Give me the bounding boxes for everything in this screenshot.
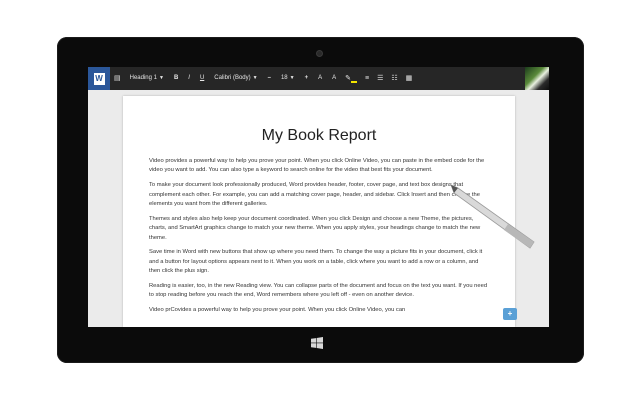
numbering-icon: ☷ bbox=[391, 75, 398, 82]
screen: W ▤ Heading 1 ▼ B I U Calibri (Body) ▼ – 1… bbox=[88, 67, 549, 327]
bullets-icon: ☰ bbox=[377, 75, 384, 82]
font-size-dropdown[interactable]: 18 ▼ bbox=[276, 67, 300, 90]
windows-logo-icon[interactable] bbox=[311, 337, 323, 349]
chevron-down-icon: ▼ bbox=[289, 75, 295, 81]
clear-formatting-button[interactable]: A bbox=[327, 67, 341, 90]
highlighter-button[interactable]: ✎ bbox=[341, 67, 361, 90]
align-button[interactable]: ≡ bbox=[361, 67, 373, 90]
document-paragraph[interactable]: Video provides a powerful way to help yo… bbox=[149, 157, 489, 176]
ribbon-toolbar: W ▤ Heading 1 ▼ B I U Calibri (Body) ▼ – 1… bbox=[88, 67, 549, 90]
document-title[interactable]: My Book Report bbox=[149, 127, 489, 145]
style-value: Heading 1 bbox=[129, 75, 157, 81]
underline-button[interactable]: U bbox=[195, 67, 209, 90]
document-paragraph[interactable]: Themes and styles also help keep your do… bbox=[149, 215, 489, 243]
document-paragraph[interactable]: To make your document look professionall… bbox=[149, 181, 489, 209]
highlight-color-swatch bbox=[351, 81, 357, 83]
document-paragraph[interactable]: Save time in Word with new buttons that … bbox=[149, 248, 489, 276]
font-color-button[interactable]: A bbox=[313, 67, 327, 90]
decrease-font-button[interactable]: – bbox=[263, 67, 276, 90]
clipboard-icon[interactable]: ▤ bbox=[110, 67, 125, 90]
bold-button[interactable]: B bbox=[169, 67, 183, 90]
camera-icon bbox=[316, 50, 323, 57]
clear-formatting-icon: A bbox=[332, 75, 337, 81]
increase-font-button[interactable]: + bbox=[300, 67, 314, 90]
add-comment-button[interactable]: + bbox=[503, 308, 517, 320]
plus-icon: + bbox=[507, 309, 513, 318]
document-paragraph[interactable]: Video prCovides a powerful way to help y… bbox=[149, 306, 489, 315]
font-value: Calibri (Body) bbox=[214, 75, 251, 81]
word-app-icon[interactable]: W bbox=[88, 67, 110, 90]
indent-icon: ▦ bbox=[405, 75, 413, 82]
numbering-button[interactable]: ☷ bbox=[387, 67, 401, 90]
bullets-button[interactable]: ☰ bbox=[373, 67, 387, 90]
chevron-down-icon: ▼ bbox=[252, 75, 258, 81]
font-size-value: 18 bbox=[280, 75, 288, 81]
font-color-icon: A bbox=[318, 75, 323, 81]
italic-button[interactable]: I bbox=[183, 67, 195, 90]
style-dropdown[interactable]: Heading 1 ▼ bbox=[125, 67, 169, 90]
font-dropdown[interactable]: Calibri (Body) ▼ bbox=[209, 67, 262, 90]
chevron-down-icon: ▼ bbox=[158, 75, 164, 81]
document-paragraph[interactable]: Reading is easier, too, in the new Readi… bbox=[149, 282, 489, 301]
word-logo: W bbox=[93, 72, 105, 85]
user-avatar[interactable] bbox=[525, 67, 549, 90]
indent-button[interactable]: ▦ bbox=[402, 67, 417, 90]
align-icon: ≡ bbox=[365, 75, 370, 82]
document-page[interactable]: My Book Report Video provides a powerful… bbox=[123, 96, 515, 327]
